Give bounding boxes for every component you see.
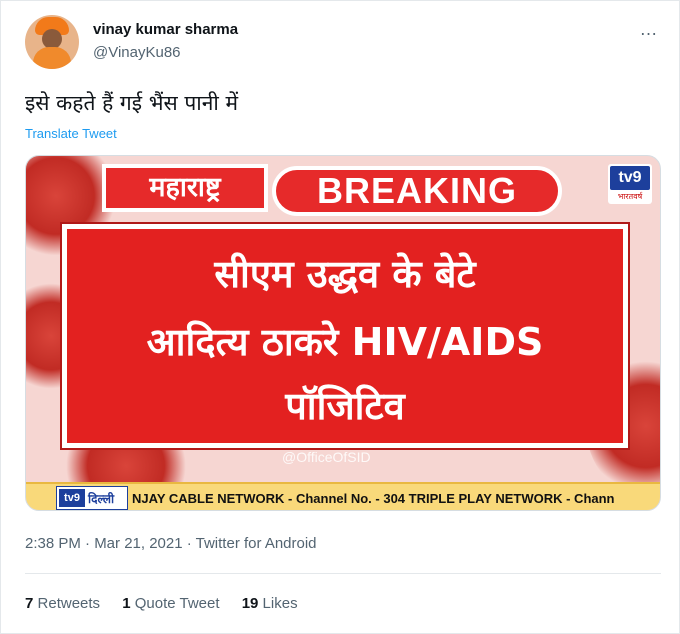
user-handle[interactable]: @VinayKu86: [93, 44, 181, 61]
breaking-banner: BREAKING: [272, 166, 562, 216]
retweets-stat[interactable]: 7 Retweets: [25, 595, 100, 612]
quote-tweets-count: 1: [122, 595, 131, 612]
translate-tweet-link[interactable]: Translate Tweet: [25, 126, 117, 141]
channel-logo-main: tv9: [610, 166, 650, 190]
likes-label: Likes: [262, 595, 298, 612]
likes-count: 19: [241, 595, 259, 612]
state-label: महाराष्ट्र: [102, 164, 268, 212]
headline-line: पॉजिटिव: [285, 384, 405, 428]
likes-stat[interactable]: 19 Likes: [242, 595, 298, 612]
user-display-name[interactable]: vinay kumar sharma: [93, 21, 238, 38]
avatar[interactable]: [25, 15, 79, 69]
avatar-body: [33, 47, 71, 69]
channel-logo: tv9 भारतवर्ष: [608, 164, 652, 204]
tweet-timestamp[interactable]: 2:38 PM · Mar 21, 2021 · Twitter for And…: [25, 535, 317, 552]
retweets-label: Retweets: [37, 595, 101, 612]
headline-line: आदित्य ठाकरे HIV/AIDS: [146, 320, 544, 364]
quote-tweets-stat[interactable]: 1 Quote Tweet: [122, 595, 219, 612]
ticker-text: NJAY CABLE NETWORK - Channel No. - 304 T…: [132, 491, 615, 506]
avatar-face: [42, 29, 62, 49]
tweet-text: इसे कहते हैं गई भैंस पानी में: [25, 91, 239, 115]
ticker-logo-city: दिल्ली: [88, 492, 115, 506]
divider: [25, 573, 661, 574]
more-options-icon[interactable]: …: [637, 19, 661, 39]
tweet-stats: 7 Retweets 1 Quote Tweet 19 Likes: [25, 595, 316, 612]
tweet-media-image[interactable]: महाराष्ट्र BREAKING tv9 भारतवर्ष सीएम उद…: [25, 155, 661, 511]
retweets-count: 7: [25, 595, 34, 612]
channel-logo-sub: भारतवर्ष: [617, 192, 643, 201]
ticker-logo-main: tv9: [59, 489, 85, 507]
quote-tweets-label: Quote Tweet: [134, 595, 220, 612]
news-ticker: tv9 दिल्ली NJAY CABLE NETWORK - Channel …: [26, 482, 660, 510]
headline-line: सीएम उद्धव के बेटे: [214, 252, 476, 296]
ticker-logo: tv9 दिल्ली: [56, 486, 128, 510]
watermark: @OfficeOfSID: [282, 449, 371, 465]
headline-box: सीएम उद्धव के बेटे आदित्य ठाकरे HIV/AIDS…: [62, 224, 628, 448]
tweet-card: vinay kumar sharma @VinayKu86 … इसे कहते…: [0, 0, 680, 634]
